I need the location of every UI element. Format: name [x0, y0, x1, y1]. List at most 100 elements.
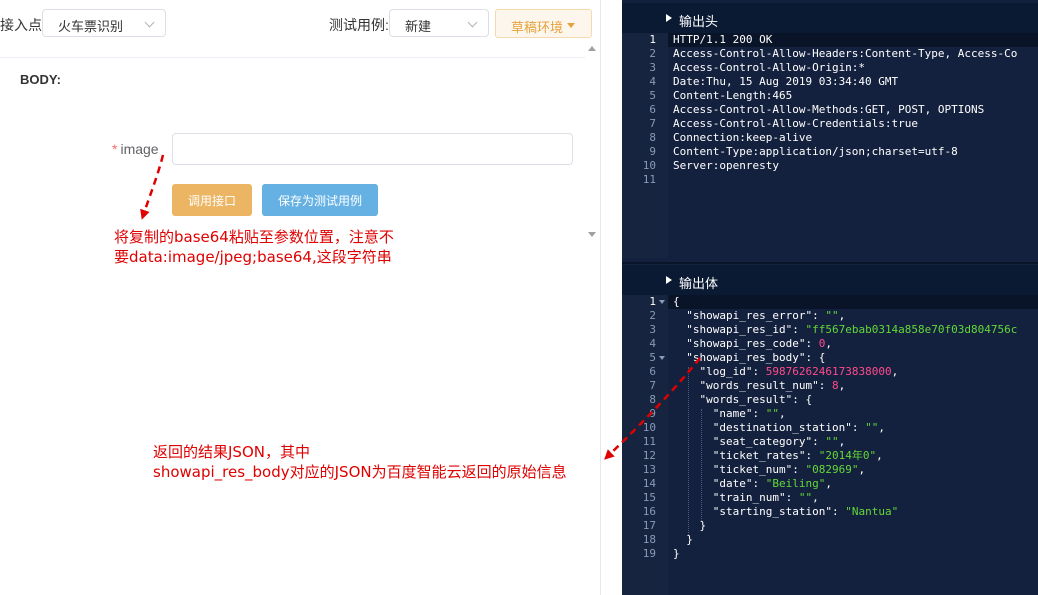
- json-token: "seat_category": [712, 435, 813, 448]
- json-token: : {: [792, 393, 813, 406]
- code-line: 3 Access-Control-Allow-Origin:*: [622, 61, 1038, 75]
- header-line-text: Content-Type:application/json;charset=ut…: [673, 145, 958, 158]
- json-token: :: [805, 449, 819, 462]
- line-number: 7: [649, 379, 656, 392]
- environment-label: 草稿环境: [511, 20, 564, 35]
- headers-panel-title[interactable]: 输出头: [622, 3, 1038, 33]
- code-line: 9 Content-Type:application/json;charset=u…: [622, 145, 1038, 159]
- line-number: 16: [642, 505, 656, 518]
- code-line: 14 "date": "Beiling",: [622, 477, 1038, 491]
- code-line: 7 Access-Control-Allow-Credentials:true: [622, 117, 1038, 131]
- code-line: 19}: [622, 547, 1038, 561]
- json-line-text: "showapi_res_code": 0,: [673, 337, 832, 351]
- json-token: ,: [876, 449, 883, 462]
- line-number: 2: [649, 309, 656, 322]
- code-line: 6 Access-Control-Allow-Methods:GET, POST,…: [622, 103, 1038, 117]
- header-line-text: Date:Thu, 15 Aug 2019 03:34:40 GMT: [673, 75, 899, 88]
- line-number: 14: [642, 477, 656, 490]
- line-number: 5: [649, 351, 656, 364]
- line-number: 11: [642, 435, 656, 448]
- json-token: "ff567ebab0314a858e70f03d804756c: [805, 323, 1018, 336]
- left-scrollbar[interactable]: [585, 40, 600, 250]
- environment-dropdown-button[interactable]: 草稿环境: [495, 9, 592, 38]
- json-token: "Beiling": [765, 477, 826, 490]
- chevron-down-icon: [144, 17, 155, 28]
- code-line: 13 "ticket_num": "082969",: [622, 463, 1038, 477]
- line-number: 4: [649, 337, 656, 350]
- body-code-editor[interactable]: 1{2 "showapi_res_error": "", 3 "showapi_r…: [622, 295, 1038, 595]
- json-token: "date": [712, 477, 753, 490]
- json-token: :: [792, 323, 806, 336]
- json-line-text: "words_result": {: [673, 393, 813, 407]
- request-pane: 接入点: 火车票识别 测试用例: 新建 草稿环境 BODY: * image 调用…: [0, 0, 600, 595]
- line-number: 8: [649, 393, 656, 406]
- annotation-line: 将复制的base64粘贴至参数位置，注意不: [114, 228, 394, 246]
- json-token: "": [765, 407, 779, 420]
- test-case-label: 测试用例:: [329, 17, 389, 33]
- code-line: 12 "ticket_rates": "2014年0",: [622, 449, 1038, 463]
- body-panel-title[interactable]: 输出体: [622, 265, 1038, 295]
- line-number: 18: [642, 533, 656, 546]
- json-token: :: [792, 463, 806, 476]
- json-token: {: [673, 295, 680, 308]
- line-number: 9: [649, 407, 656, 420]
- entry-point-value: 火车票识别: [58, 19, 124, 34]
- entry-point-select[interactable]: 火车票识别: [42, 9, 166, 37]
- caret-down-icon: [567, 23, 575, 28]
- json-line-text: "seat_category": "",: [673, 435, 845, 449]
- code-line: 15 "train_num": "",: [622, 491, 1038, 505]
- image-field-label: * image: [112, 141, 159, 157]
- call-api-button[interactable]: 调用接口: [172, 184, 252, 216]
- line-number: 6: [649, 103, 656, 116]
- json-line-text: "name": "",: [673, 407, 786, 421]
- json-token: "showapi_res_id": [686, 323, 793, 336]
- pane-divider: [600, 0, 601, 595]
- json-token: "ticket_rates": [712, 449, 806, 462]
- json-token: "2014年0": [818, 449, 877, 462]
- json-token: "": [825, 309, 839, 322]
- json-token: "082969": [805, 463, 859, 476]
- save-test-case-button[interactable]: 保存为测试用例: [262, 184, 378, 216]
- line-number: 6: [649, 365, 656, 378]
- line-number: 19: [642, 547, 656, 560]
- json-line-text: "showapi_res_body": {: [673, 351, 825, 365]
- json-token: :: [812, 435, 826, 448]
- json-token: "": [865, 421, 879, 434]
- json-token: "log_id": [699, 365, 753, 378]
- json-token: "showapi_res_error": [686, 309, 813, 322]
- fold-toggle-icon[interactable]: [659, 300, 665, 304]
- annotation-line: 要data:image/jpeg;base64,这段字符串: [114, 248, 392, 266]
- triangle-right-icon: [666, 14, 672, 22]
- json-line-text: }: [673, 533, 693, 547]
- json-token: "": [825, 435, 839, 448]
- headers-code-editor[interactable]: 1 HTTP/1.1 200 OK 2 Access-Control-Allow-He…: [622, 33, 1038, 258]
- json-line-text: "date": "Beiling",: [673, 477, 832, 491]
- fold-toggle-icon[interactable]: [659, 356, 665, 360]
- json-token: "words_result_num": [699, 379, 819, 392]
- json-token: "starting_station": [712, 505, 832, 518]
- body-title-text: 输出体: [679, 277, 719, 292]
- line-number: 9: [649, 145, 656, 158]
- line-number: 17: [642, 519, 656, 532]
- header-line-text: Content-Length:465: [673, 89, 793, 102]
- header-line-text: Server:openresty: [673, 159, 779, 172]
- scroll-down-icon[interactable]: [588, 232, 596, 237]
- test-case-select[interactable]: 新建: [389, 9, 489, 37]
- test-case-value: 新建: [405, 19, 432, 34]
- panel-splitter[interactable]: [622, 262, 1038, 264]
- json-token: :: [818, 379, 832, 392]
- json-token: "Nantua": [845, 505, 899, 518]
- code-line: 10 Server:openresty: [622, 159, 1038, 173]
- json-token: :: [805, 337, 819, 350]
- json-token: }: [686, 533, 693, 546]
- image-input[interactable]: [172, 133, 573, 165]
- code-line: 4 "showapi_res_code": 0,: [622, 337, 1038, 351]
- json-token: ,: [838, 309, 846, 322]
- code-line: 3 "showapi_res_id": "ff567ebab0314a858e7…: [622, 323, 1038, 337]
- json-line-text: "ticket_rates": "2014年0",: [673, 449, 883, 463]
- line-number: 15: [642, 491, 656, 504]
- scroll-up-icon[interactable]: [588, 46, 596, 51]
- annotation-result-json: 返回的结果JSON，其中 showapi_res_body对应的JSON为百度智…: [153, 442, 567, 482]
- json-token: "": [798, 491, 813, 504]
- indent-guide: [688, 367, 690, 535]
